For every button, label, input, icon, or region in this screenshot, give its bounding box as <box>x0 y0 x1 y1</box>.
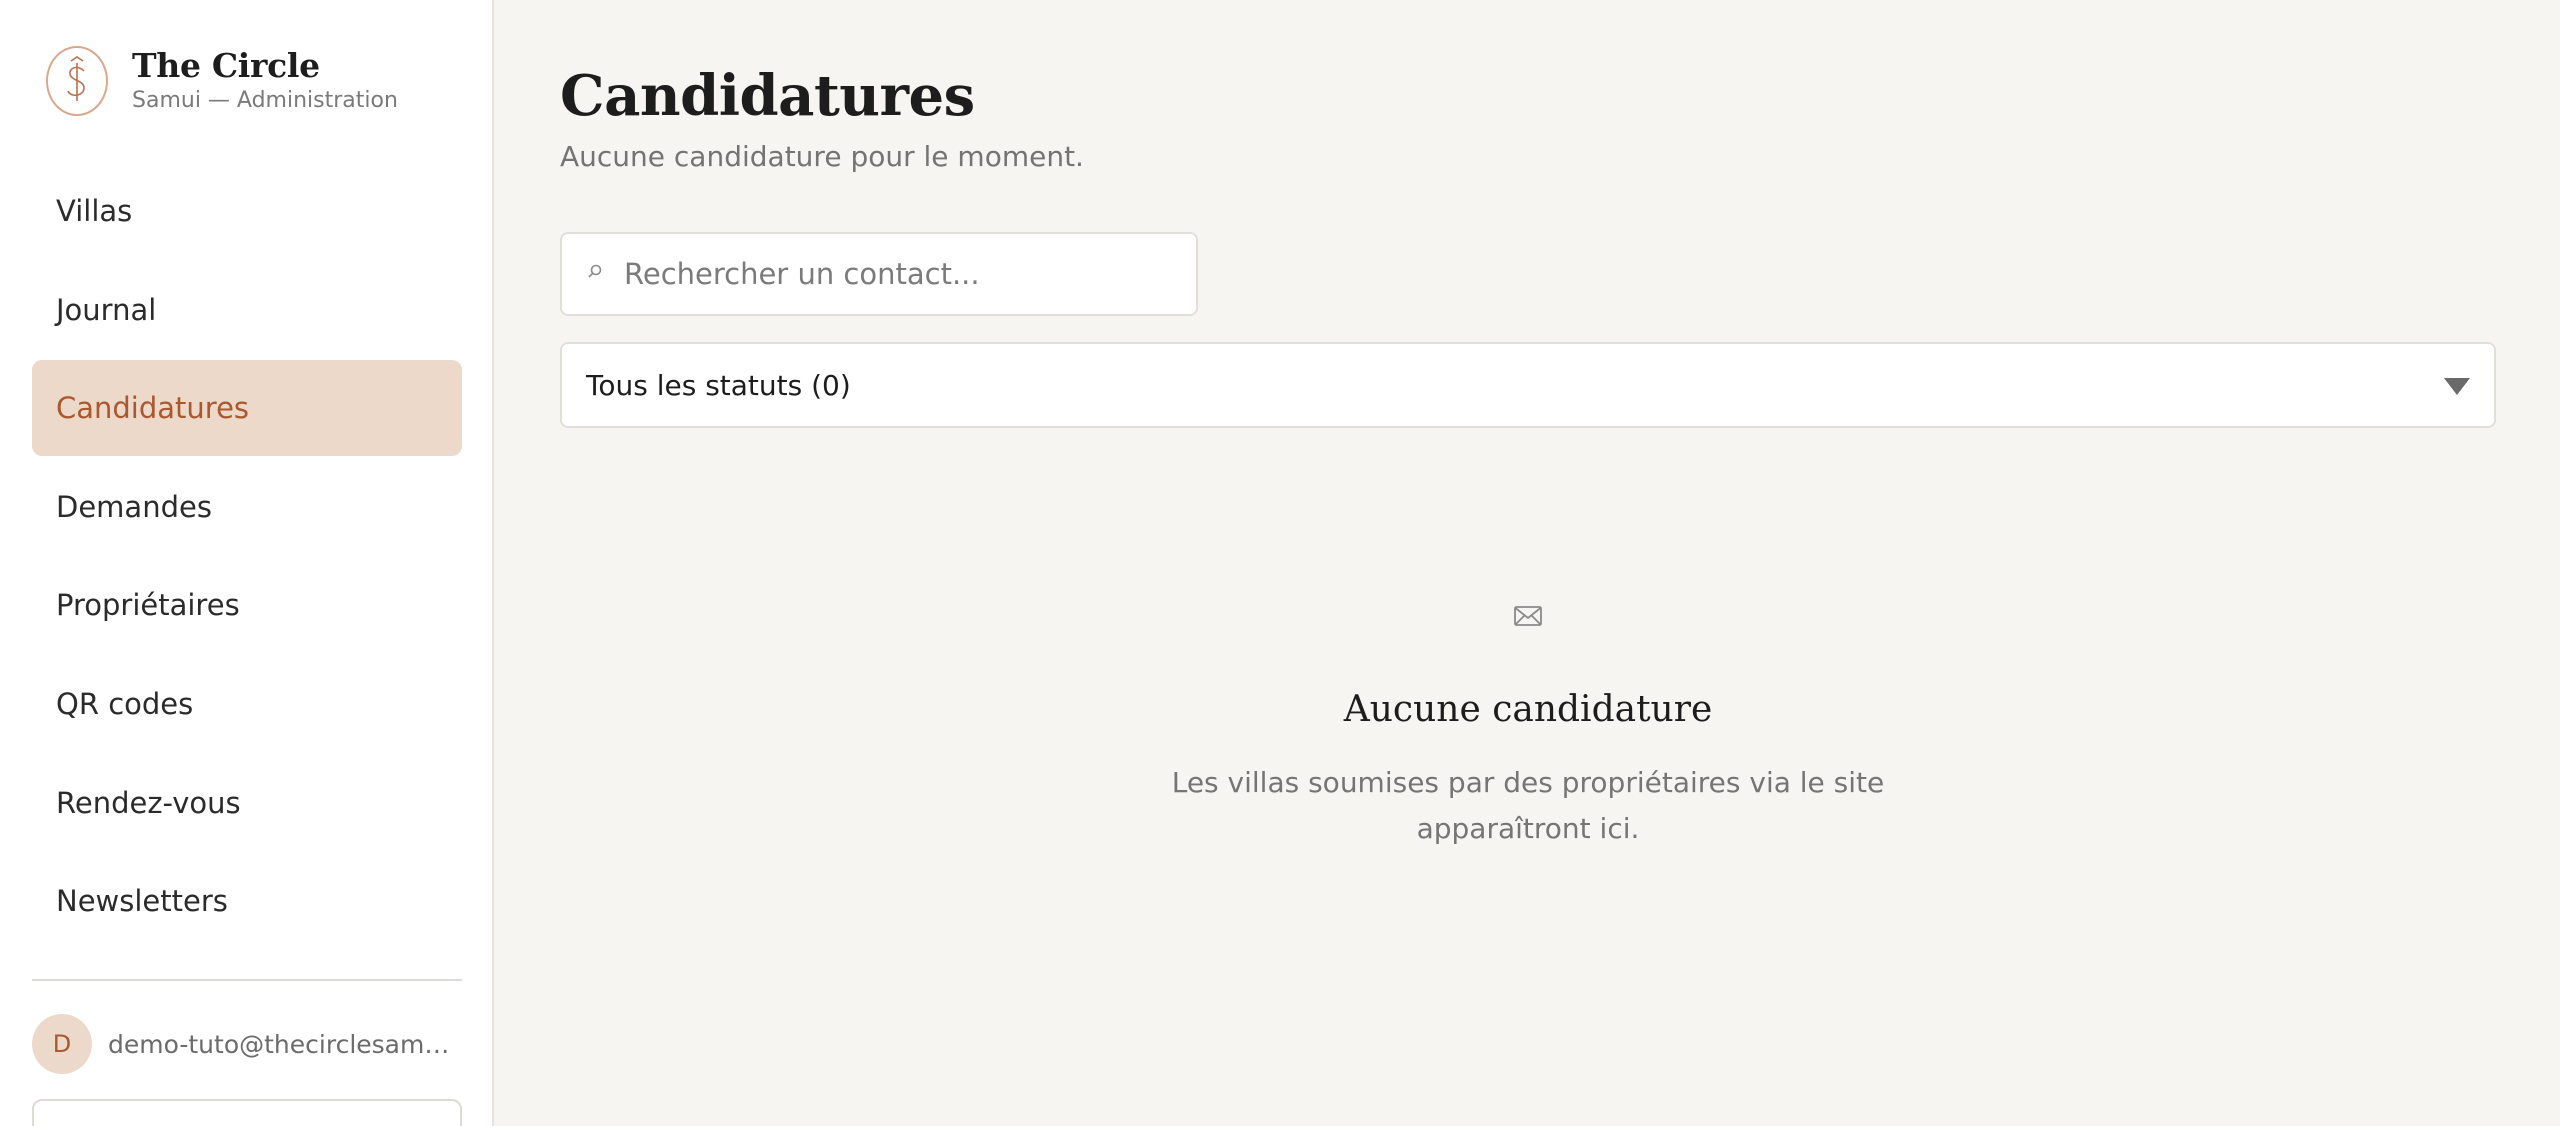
status-filter-select[interactable]: Tous les statuts (0) <box>560 342 2496 428</box>
sidebar-item-journal[interactable]: Journal <box>32 262 462 358</box>
sidebar-item-qr-codes[interactable]: QR codes <box>32 656 462 752</box>
sidebar-item-villas[interactable]: Villas <box>32 163 462 259</box>
search-icon <box>586 262 606 286</box>
brand[interactable]: The Circle Samui — Administration <box>46 46 398 116</box>
app-root: The Circle Samui — Administration Villas… <box>0 0 2560 1126</box>
sidebar: The Circle Samui — Administration Villas… <box>0 0 494 1126</box>
envelope-icon <box>560 590 2496 644</box>
user-profile[interactable]: D demo-tuto@thecirclesamui.com <box>32 1014 458 1074</box>
sidebar-item-newsletters[interactable]: Newsletters <box>32 853 462 949</box>
brand-title: The Circle <box>132 46 320 85</box>
search-box[interactable] <box>560 232 1198 316</box>
avatar: D <box>32 1014 92 1074</box>
empty-state-title: Aucune candidature <box>1343 689 1713 730</box>
brand-subtitle: Samui — Administration <box>132 88 398 113</box>
sidebar-bottom-button[interactable] <box>32 1099 462 1126</box>
sidebar-item-candidatures[interactable]: Candidatures <box>32 360 462 457</box>
sidebar-item-demandes[interactable]: Demandes <box>32 459 462 555</box>
empty-state: Aucune candidature Les villas soumises p… <box>560 590 2496 852</box>
sidebar-nav: Villas Journal Candidatures Demandes Pro… <box>32 163 462 952</box>
logo-icon <box>46 46 108 116</box>
empty-state-text: Les villas soumises par des propriétaire… <box>1171 766 1885 845</box>
sidebar-divider <box>32 979 462 981</box>
main-content: Candidatures Aucune candidature pour le … <box>494 0 2560 1126</box>
user-email: demo-tuto@thecirclesamui.com <box>108 1029 458 1059</box>
chevron-down-icon <box>2444 378 2470 395</box>
search-input[interactable] <box>624 257 1184 291</box>
sidebar-item-proprietaires[interactable]: Propriétaires <box>32 557 462 653</box>
page-subtitle: Aucune candidature pour le moment. <box>560 140 1084 173</box>
brand-text: The Circle Samui — Administration <box>132 47 398 115</box>
sidebar-item-rendez-vous[interactable]: Rendez-vous <box>32 755 462 851</box>
status-filter-value: Tous les statuts (0) <box>586 368 851 402</box>
page-title: Candidatures <box>560 63 975 129</box>
